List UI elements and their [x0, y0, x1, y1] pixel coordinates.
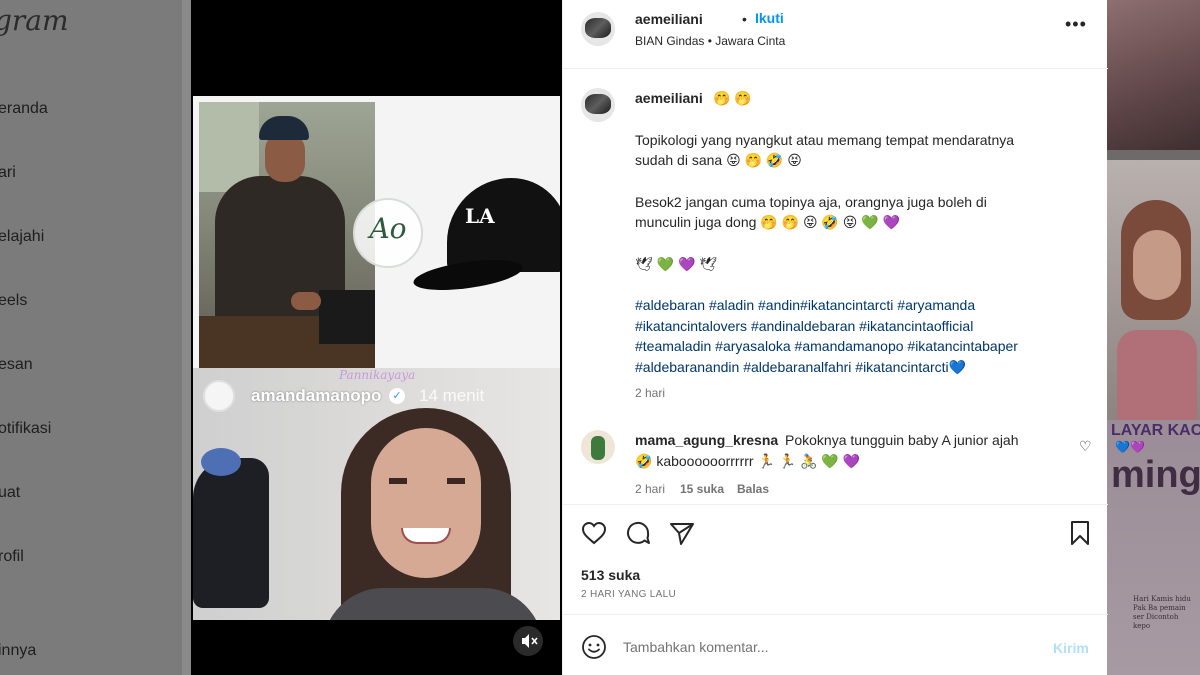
- comment-likes[interactable]: 15 suka: [680, 482, 724, 496]
- bookmark-icon[interactable]: [1065, 518, 1095, 548]
- commenter-username[interactable]: mama_agung_kresna: [635, 432, 778, 448]
- cap-product-image: LA: [411, 174, 560, 314]
- hashtag-line[interactable]: #aldebaran #aladin #andin#ikatancintarct…: [635, 297, 975, 313]
- caption-line: 🕊 💚 💜 🕊: [635, 256, 718, 272]
- commenter-avatar[interactable]: [581, 430, 615, 464]
- backdrop-layar-text: LAYAR KACA: [1111, 422, 1200, 439]
- left-navigation: gram eranda ari elajahi eels esan otifik…: [0, 0, 182, 675]
- nav-item-explore[interactable]: elajahi: [0, 228, 44, 246]
- caption-username[interactable]: aemeiliani: [635, 90, 703, 106]
- backdrop-top-image: [1107, 0, 1200, 150]
- brand-logo-letters: Ao: [369, 212, 407, 245]
- story-username: amandamanopo: [251, 386, 382, 405]
- comment-like-heart-icon[interactable]: ♡: [1079, 438, 1092, 455]
- post-comment-button[interactable]: Kirim: [1053, 640, 1089, 656]
- hanging-cap: [193, 458, 269, 608]
- nav-item-reels[interactable]: eels: [0, 292, 27, 310]
- caption-line: Besok2 jangan cuma topinya aja, orangnya…: [635, 194, 987, 210]
- comment-timestamp: 2 hari: [635, 482, 666, 496]
- story-screenshot: amandamanopo ✓ 14 menit Pannikayaya: [193, 368, 560, 620]
- caption-emojis: 🤭 🤭: [713, 90, 752, 106]
- speaker-muted-icon: [522, 634, 538, 648]
- nav-item-messages[interactable]: esan: [0, 356, 33, 374]
- hashtag-line[interactable]: #aldebaranandin #aldebaranalfahri #ikata…: [635, 359, 966, 376]
- post-details-panel: aemeiliani • Ikuti BIAN Gindas • Jawara …: [562, 0, 1108, 675]
- watermark: Pannikayaya: [339, 368, 416, 382]
- nav-item-create[interactable]: uat: [0, 484, 20, 502]
- follow-button[interactable]: Ikuti: [755, 10, 784, 26]
- background-feed-preview: LAYAR KACA 💙💜 ming Hari Kamis hidu Pak B…: [1107, 0, 1200, 675]
- post-media[interactable]: Ao LA amandamanopo ✓ 14 menit Pannikayay…: [191, 0, 562, 675]
- nav-item-more[interactable]: innya: [0, 642, 36, 660]
- divider: [563, 614, 1108, 615]
- post-date: 2 HARI YANG LALU: [581, 589, 677, 600]
- audio-track-link[interactable]: BIAN Gindas • Jawara Cinta: [635, 34, 785, 48]
- backdrop-hearts: 💙💜: [1115, 440, 1145, 454]
- paper-plane-icon[interactable]: [667, 518, 697, 548]
- comment-bubble-icon[interactable]: [623, 518, 653, 548]
- heart-icon[interactable]: [579, 518, 609, 548]
- backdrop-face: [1133, 230, 1181, 300]
- woman-eyes: [389, 478, 465, 484]
- man-cap: [259, 116, 309, 140]
- comment-input[interactable]: [623, 632, 1043, 662]
- man-photo: [199, 102, 375, 368]
- comment-text: Pokoknya tungguin baby A junior ajah: [785, 432, 1019, 448]
- caption-line: sudah di sana 😝 🤭 🤣 😝: [635, 152, 802, 168]
- caption-line: Topikologi yang nyangkut atau memang tem…: [635, 132, 1015, 148]
- cap-logo: LA: [465, 204, 495, 228]
- story-avatar: [203, 380, 235, 412]
- nav-item-search[interactable]: ari: [0, 164, 16, 182]
- man-hand: [291, 292, 321, 310]
- hashtag-line[interactable]: #ikatancintalovers #andinaldebaran #ikat…: [635, 318, 973, 334]
- mute-button[interactable]: [513, 626, 543, 656]
- nav-item-notifications[interactable]: otifikasi: [0, 420, 51, 438]
- backdrop-ming-text: ming: [1111, 454, 1200, 496]
- instagram-logo[interactable]: gram: [0, 4, 69, 37]
- backdrop-small-text: Hari Kamis hidu Pak Ba pemain ser Dicont…: [1133, 595, 1191, 630]
- caption-author-avatar[interactable]: [581, 88, 615, 122]
- author-avatar[interactable]: [581, 12, 615, 46]
- media-image: Ao LA amandamanopo ✓ 14 menit Pannikayay…: [193, 96, 560, 620]
- divider: [563, 504, 1108, 505]
- author-username[interactable]: aemeiliani: [635, 11, 703, 27]
- nav-item-home[interactable]: eranda: [0, 100, 48, 118]
- more-options-icon[interactable]: •••: [1065, 14, 1087, 35]
- woman-face: [371, 428, 481, 578]
- story-time: 14 menit: [419, 386, 485, 405]
- divider: [563, 68, 1108, 69]
- box: [319, 290, 375, 344]
- product-photo: Ao LA: [193, 96, 560, 368]
- reply-button[interactable]: Balas: [737, 482, 769, 496]
- caption-line: munculin juga dong 🤭 🤭 😝 🤣 😝 💚 💜: [635, 214, 900, 230]
- backdrop-dress: [1117, 330, 1197, 420]
- separator-dot: •: [742, 11, 747, 27]
- emoji-smiley-icon[interactable]: [581, 634, 607, 660]
- comment-text: 🤣 kaboooooorrrrrr 🏃 🏃 🚴 💚 💜: [635, 453, 861, 469]
- likes-count[interactable]: 513 suka: [581, 567, 640, 583]
- cap-crown: [447, 178, 560, 272]
- hashtag-line[interactable]: #teamaladin #aryasaloka #amandamanopo #i…: [635, 338, 1018, 354]
- nav-item-profile[interactable]: rofil: [0, 548, 24, 566]
- hanging-cap-logo: [201, 448, 241, 476]
- caption-timestamp: 2 hari: [635, 386, 666, 400]
- verified-icon: ✓: [389, 388, 405, 404]
